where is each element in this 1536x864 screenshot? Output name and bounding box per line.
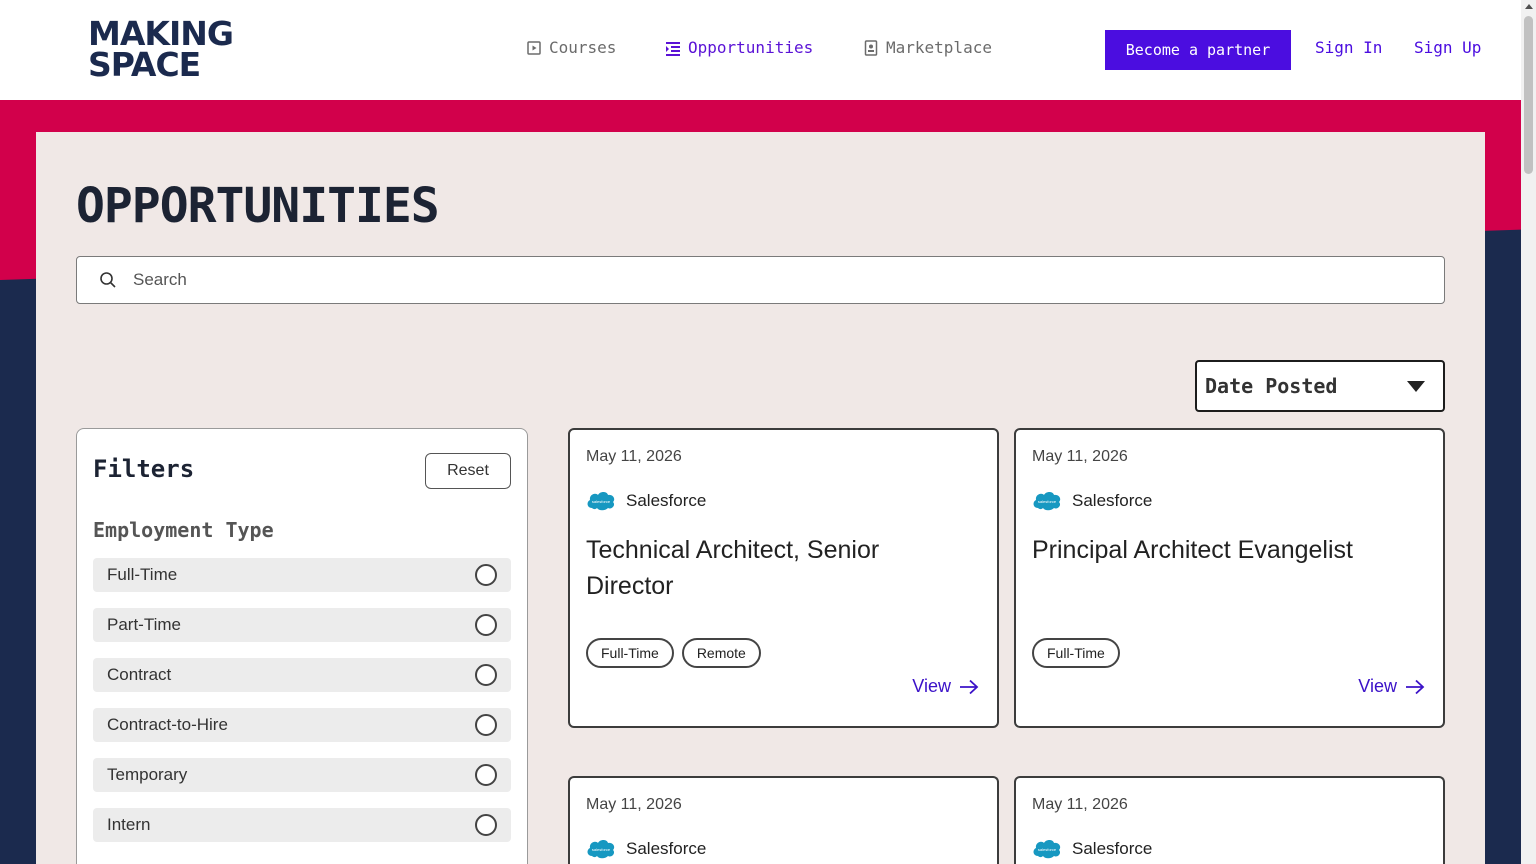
card-date: May 11, 2026: [1032, 448, 1128, 465]
filters-title: Filters: [93, 455, 195, 483]
filter-option-label: Contract: [107, 665, 172, 684]
sort-select-value: Date Posted: [1205, 374, 1338, 398]
salesforce-logo-icon: salesforce: [587, 492, 615, 511]
card-company: salesforce Salesforce: [586, 838, 706, 859]
filter-option-label: Full-Time: [107, 565, 178, 584]
logo-line-2: SPACE: [88, 45, 201, 84]
card-company-name: Salesforce: [1072, 490, 1153, 510]
arrow-right-icon: [1406, 679, 1425, 694]
card-date: May 11, 2026: [1032, 796, 1128, 813]
reset-button[interactable]: Reset: [425, 453, 511, 489]
opportunities-panel: OPPORTUNITIES Date Posted Filters Reset …: [36, 132, 1485, 864]
view-link[interactable]: View: [912, 676, 979, 697]
page-scrollbar[interactable]: [1521, 0, 1536, 864]
filter-option-label: Part-Time: [107, 615, 181, 634]
view-link-label: View: [912, 676, 951, 696]
search-bar[interactable]: [76, 256, 1445, 304]
svg-text:salesforce: salesforce: [1038, 847, 1057, 852]
search-input[interactable]: [133, 270, 1333, 290]
site-header: MAKING SPACE Courses Opportunities Marke…: [0, 0, 1521, 100]
radio-button[interactable]: [475, 564, 497, 586]
svg-text:salesforce: salesforce: [592, 499, 611, 504]
card-company: salesforce Salesforce: [586, 490, 706, 511]
tag-badge: Remote: [681, 638, 761, 668]
filter-option-part-time[interactable]: Part-Time: [93, 608, 511, 642]
opportunity-card[interactable]: May 11, 2026 salesforce Salesforce: [568, 776, 999, 864]
filter-option-intern[interactable]: Intern: [93, 808, 511, 842]
sign-in-link[interactable]: Sign In: [1315, 38, 1382, 57]
tag-badge: Full-Time: [586, 638, 674, 668]
card-tags: Full-Time: [1032, 638, 1120, 668]
svg-text:salesforce: salesforce: [592, 847, 611, 852]
svg-text:salesforce: salesforce: [1038, 499, 1057, 504]
nav-marketplace[interactable]: Marketplace: [864, 38, 992, 57]
salesforce-logo-icon: salesforce: [1033, 840, 1061, 859]
scroll-thumb[interactable]: [1524, 16, 1533, 174]
filters-panel: Filters Reset Employment Type Full-Time …: [76, 428, 528, 864]
radio-button[interactable]: [475, 814, 497, 836]
tag-badge: Full-Time: [1032, 638, 1120, 668]
nav-courses[interactable]: Courses: [527, 38, 616, 57]
making-space-logo[interactable]: MAKING SPACE: [88, 17, 234, 84]
filter-option-temporary[interactable]: Temporary: [93, 758, 511, 792]
filter-option-label: Contract-to-Hire: [107, 715, 228, 734]
filter-option-label: Temporary: [107, 765, 188, 784]
card-company: salesforce Salesforce: [1032, 490, 1152, 511]
filter-option-contract[interactable]: Contract: [93, 658, 511, 692]
nav-marketplace-label: Marketplace: [886, 38, 992, 57]
become-partner-button[interactable]: Become a partner: [1105, 30, 1291, 70]
nav-opportunities[interactable]: Opportunities: [666, 38, 813, 57]
opportunity-card[interactable]: May 11, 2026 salesforce Salesforce: [1014, 776, 1445, 864]
nav-courses-label: Courses: [549, 38, 617, 57]
opportunity-card[interactable]: May 11, 2026 salesforce Salesforce Techn…: [568, 428, 999, 728]
sign-up-link[interactable]: Sign Up: [1414, 38, 1481, 57]
filter-option-full-time[interactable]: Full-Time: [93, 558, 511, 592]
salesforce-logo-icon: salesforce: [1033, 492, 1061, 511]
id-badge-icon: [864, 39, 878, 56]
card-date: May 11, 2026: [586, 448, 682, 465]
card-company-name: Salesforce: [1072, 838, 1153, 858]
sort-select[interactable]: Date Posted: [1195, 360, 1445, 412]
employment-type-heading: Employment Type: [93, 518, 274, 542]
opportunity-card[interactable]: May 11, 2026 salesforce Salesforce Princ…: [1014, 428, 1445, 728]
radio-button[interactable]: [475, 664, 497, 686]
caret-down-icon: [1407, 380, 1425, 392]
play-square-icon: [527, 40, 541, 55]
card-title[interactable]: Technical Architect, Senior Director: [586, 532, 966, 604]
arrow-right-icon: [960, 679, 979, 694]
filter-option-label: Intern: [107, 815, 151, 834]
radio-button[interactable]: [475, 764, 497, 786]
card-company: salesforce Salesforce: [1032, 838, 1152, 859]
page-title: OPPORTUNITIES: [76, 178, 440, 234]
card-title[interactable]: Principal Architect Evangelist: [1032, 532, 1412, 568]
card-company-name: Salesforce: [626, 490, 707, 510]
radio-button[interactable]: [475, 714, 497, 736]
list-indent-icon: [666, 41, 680, 56]
view-link-label: View: [1358, 676, 1397, 696]
scroll-up-arrow-icon[interactable]: [1525, 4, 1533, 9]
filter-option-contract-to-hire[interactable]: Contract-to-Hire: [93, 708, 511, 742]
card-tags: Full-Time Remote: [586, 638, 761, 668]
nav-opportunities-label: Opportunities: [688, 38, 814, 57]
salesforce-logo-icon: salesforce: [587, 840, 615, 859]
view-link[interactable]: View: [1358, 676, 1425, 697]
card-date: May 11, 2026: [586, 796, 682, 813]
search-icon: [100, 272, 116, 288]
radio-button[interactable]: [475, 614, 497, 636]
card-company-name: Salesforce: [626, 838, 707, 858]
